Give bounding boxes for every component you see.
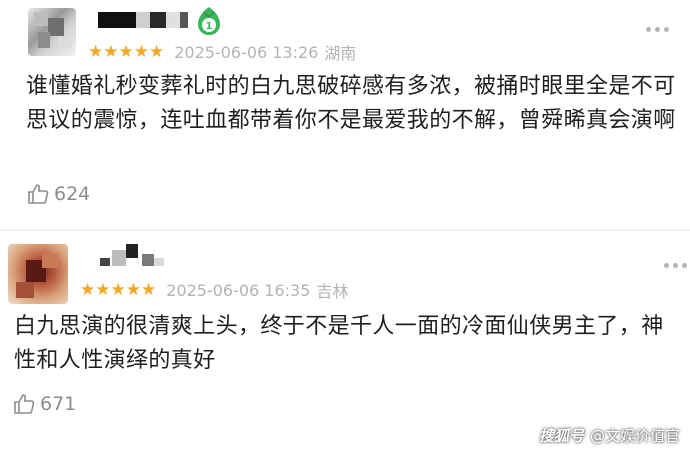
level-badge-icon: 1 xyxy=(198,7,220,35)
comment-date: 2025-06-06 16:35 xyxy=(166,280,311,300)
rating-stars: ★★★★★ xyxy=(88,42,165,62)
avatar[interactable] xyxy=(8,244,68,304)
thumbs-up-icon xyxy=(14,394,35,414)
comment-location: 吉林 xyxy=(316,282,349,301)
watermark-mark: 搜狐号 xyxy=(538,427,584,445)
username-redacted[interactable] xyxy=(98,12,188,28)
svg-text:1: 1 xyxy=(206,21,213,32)
avatar[interactable] xyxy=(28,8,76,56)
watermark: 搜狐号 @文娱价值官 xyxy=(539,425,680,446)
comment-card: 1 ★★★★★ 2025-06-06 13:26 湖南 谁懂婚礼秒变葬礼时的白九… xyxy=(0,0,690,230)
rating-stars: ★★★★★ xyxy=(80,280,157,300)
username-redacted[interactable] xyxy=(100,244,168,266)
comment-date: 2025-06-06 13:26 xyxy=(174,42,319,62)
like-count: 624 xyxy=(54,183,91,205)
divider xyxy=(0,229,690,231)
comment-meta: ★★★★★ 2025-06-06 13:26 湖南 xyxy=(88,40,356,64)
more-options-button[interactable] xyxy=(646,24,672,34)
watermark-account: @文娱价值官 xyxy=(589,427,680,445)
like-count: 671 xyxy=(40,393,77,415)
thumbs-up-icon xyxy=(28,184,49,204)
more-options-button[interactable] xyxy=(664,260,690,270)
comment-text: 白九思演的很清爽上头，终于不是千人一面的冷面仙侠男主了，神性和人性演绎的真好 xyxy=(14,314,664,373)
like-button[interactable]: 624 xyxy=(26,182,90,206)
comment-text: 谁懂婚礼秒变葬礼时的白九思破碎感有多浓，被捅时眼里全是不可思议的震惊，连吐血都带… xyxy=(26,74,676,133)
comment-meta: ★★★★★ 2025-06-06 16:35 吉林 xyxy=(80,278,348,302)
comment-location: 湖南 xyxy=(324,44,357,63)
like-button[interactable]: 671 xyxy=(12,392,76,416)
